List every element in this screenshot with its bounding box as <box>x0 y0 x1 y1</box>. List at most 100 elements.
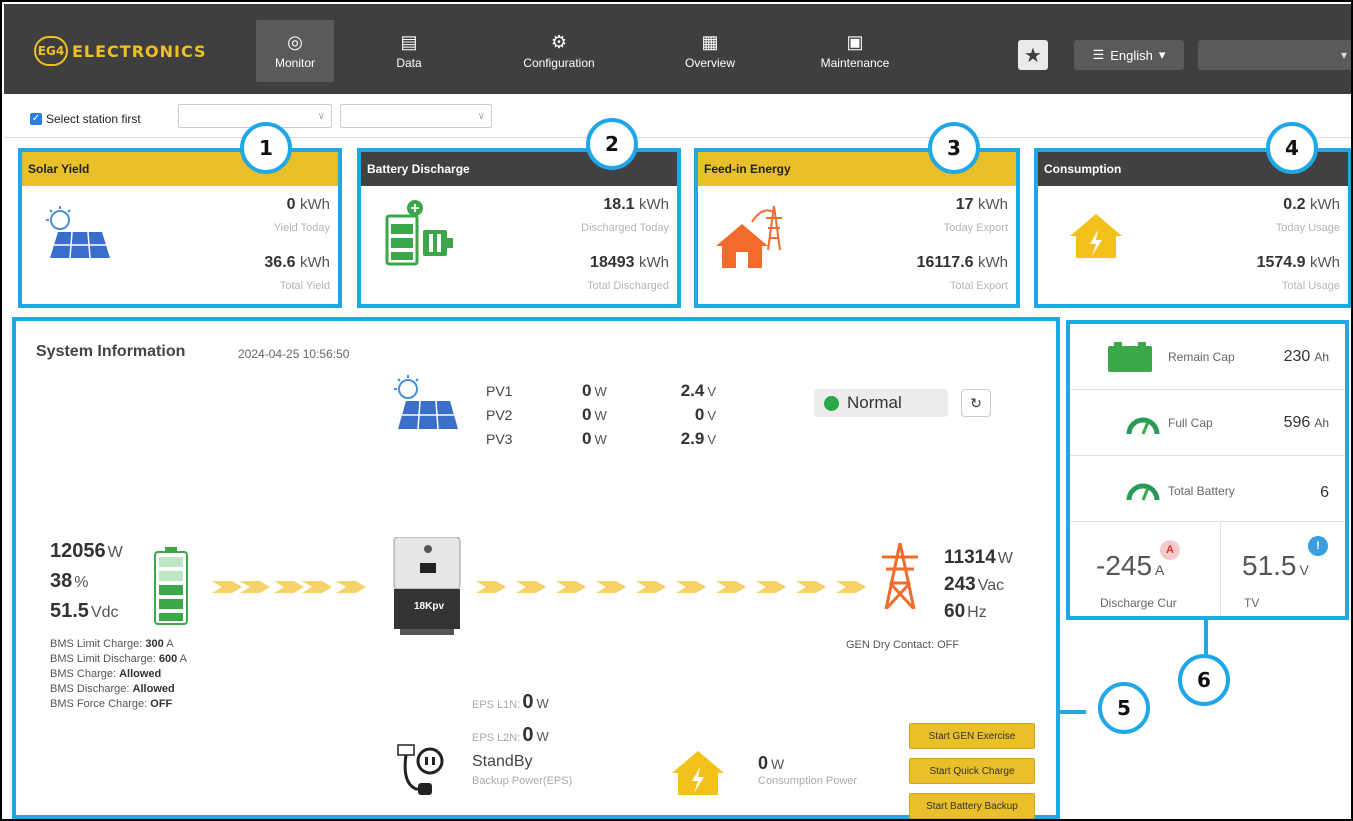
nav-configuration[interactable]: ⚙ Configuration <box>509 20 609 82</box>
battery-discharge-total: 18493 kWh <box>590 254 669 272</box>
gen-dry-contact: GEN Dry Contact: OFF <box>846 639 960 651</box>
inverter-device[interactable]: 18Kpv <box>392 536 462 640</box>
consumption-power-value: 0 <box>758 753 769 773</box>
pv-voltage-value: 2.4 <box>680 381 705 400</box>
refresh-button[interactable]: ↻ <box>961 389 991 417</box>
gauge-icon <box>1126 480 1160 507</box>
nav-maintenance[interactable]: ▣ Maintenance <box>810 20 900 82</box>
pv-row: PV2 0W 0V <box>486 403 736 427</box>
consumption-total: 1574.9 kWh <box>1257 254 1340 272</box>
pv-voltage: 2.9 V <box>681 429 716 449</box>
bms-unit: A <box>179 653 187 665</box>
user-dropdown[interactable]: ▾ <box>1198 40 1351 70</box>
pv-power: 0W <box>582 381 607 401</box>
start-quick-charge-button[interactable]: Start Quick Charge <box>909 758 1035 784</box>
select-station-checkbox[interactable]: ✓ Select station first <box>30 112 141 126</box>
pv-power-value: 0 <box>582 405 592 424</box>
grid-voltage-unit: Vac <box>977 577 1005 594</box>
gear-icon: ⚙ <box>550 32 568 52</box>
grid-voltage: 243 Vac <box>944 572 1013 599</box>
pv-voltage-unit: V <box>707 384 716 399</box>
feedin-total-value: 16117.6 <box>916 254 974 271</box>
solar-yield-title: Solar Yield <box>22 152 338 186</box>
compass-icon: ◎ <box>287 32 303 52</box>
system-info-title: System Information <box>36 343 186 360</box>
pv-power-unit: W <box>594 408 607 423</box>
logo-badge: EG4 <box>34 36 68 66</box>
remain-cap-unit: Ah <box>1314 350 1329 364</box>
battery-total-label: Total Discharged <box>587 280 669 292</box>
full-cap-unit: Ah <box>1314 416 1329 430</box>
battery-soc: 38% <box>50 567 123 597</box>
bms-value: 600 <box>158 653 178 665</box>
nav-configuration-label: Configuration <box>523 56 595 70</box>
full-cap-label: Full Cap <box>1168 416 1213 430</box>
app-frame: EG4 ELECTRONICS ◎ Monitor ▤ Data ⚙ Confi… <box>0 0 1353 821</box>
consumption-power-label: Consumption Power <box>758 775 858 787</box>
pv-name: PV3 <box>486 431 513 447</box>
eps-l1-value: 0 <box>522 691 534 713</box>
system-info-timestamp: 2024-04-25 10:56:50 <box>238 347 350 361</box>
consumption-today: 0.2 kWh <box>1283 196 1340 214</box>
house-lightning-icon <box>1068 212 1124 265</box>
solar-panel-icon <box>42 206 114 271</box>
favorite-star-button[interactable]: ★ <box>1018 40 1048 70</box>
solar-yield-card: Solar Yield 0 kWh Yield Today 36.6 kWh T… <box>18 148 342 308</box>
star-icon: ★ <box>1024 44 1042 67</box>
pv-power: 0W <box>582 429 607 449</box>
logo[interactable]: EG4 ELECTRONICS <box>34 36 207 66</box>
briefcase-icon: ▣ <box>846 32 864 52</box>
battery-level-icon <box>154 547 188 630</box>
total-battery-value: 6 <box>1320 484 1329 501</box>
start-gen-exercise-button[interactable]: Start GEN Exercise <box>909 723 1035 749</box>
eps-l2-value: 0 <box>522 724 534 746</box>
battery-flow-arrows <box>212 577 392 602</box>
consumption-total-value: 1574.9 <box>1256 254 1306 271</box>
remain-cap-number: 230 <box>1283 348 1311 365</box>
battery-discharge-card: Battery Discharge 18.1 kWh Discharged To… <box>357 148 681 308</box>
battery-power-unit: W <box>107 544 123 561</box>
eps-readings: EPS L1N: 0 W EPS L2N: 0 W <box>472 687 549 753</box>
chevron-down-icon: ∨ <box>317 110 325 122</box>
language-label: English <box>1110 47 1153 63</box>
battery-soc-value: 38 <box>50 570 73 592</box>
battery-voltage-unit: Vdc <box>90 604 119 621</box>
consumption-power: 0W <box>758 753 784 774</box>
top-navbar: EG4 ELECTRONICS ◎ Monitor ▤ Data ⚙ Confi… <box>4 4 1351 94</box>
nav-monitor-label: Monitor <box>274 56 315 70</box>
nav-data[interactable]: ▤ Data <box>374 20 444 82</box>
eps-status: StandBy <box>472 753 533 770</box>
consumption-today-unit: kWh <box>1310 196 1340 213</box>
tv-value: 51.5 <box>1242 550 1297 581</box>
tv-label: TV <box>1244 596 1260 610</box>
bms-label: BMS Discharge: <box>50 683 130 695</box>
discharge-cur-value: -245 <box>1096 550 1153 581</box>
total-battery-label: Total Battery <box>1168 484 1235 498</box>
bms-row: BMS Charge: Allowed <box>50 667 187 682</box>
battery-today-label: Discharged Today <box>581 222 669 234</box>
eps-label: Backup Power(EPS) <box>472 775 573 787</box>
feedin-total-label: Total Export <box>949 280 1008 292</box>
start-battery-backup-button[interactable]: Start Battery Backup <box>909 793 1035 819</box>
battery-soc-unit: % <box>74 574 89 591</box>
nav-monitor[interactable]: ◎ Monitor <box>256 20 334 82</box>
logo-text: ELECTRONICS <box>72 41 207 61</box>
bms-label: BMS Limit Charge: <box>50 638 143 650</box>
status-dot-icon <box>824 395 839 411</box>
grid-freq-unit: Hz <box>967 604 987 621</box>
nav-overview[interactable]: ▦ Overview <box>672 20 748 82</box>
caret-down-icon: ▾ <box>1158 47 1166 62</box>
language-dropdown[interactable]: ☰ English ▾ <box>1074 40 1184 70</box>
discharge-cur-unit: A <box>1155 562 1165 578</box>
full-cap-value: 596 Ah <box>1284 414 1329 432</box>
nav-overview-label: Overview <box>684 56 735 70</box>
bms-value: Allowed <box>119 668 162 680</box>
battery-total-value: 18493 <box>590 254 635 271</box>
bms-row: BMS Limit Charge: 300 A <box>50 637 187 652</box>
battery-today-value: 18.1 <box>603 196 635 213</box>
station-select-2[interactable]: ∨ <box>340 104 492 128</box>
pv-voltage-unit: V <box>707 408 716 423</box>
bms-info: BMS Limit Charge: 300 A BMS Limit Discha… <box>50 637 187 712</box>
eps-l1: EPS L1N: 0 W <box>472 687 549 720</box>
battery-today-unit: kWh <box>639 196 669 213</box>
